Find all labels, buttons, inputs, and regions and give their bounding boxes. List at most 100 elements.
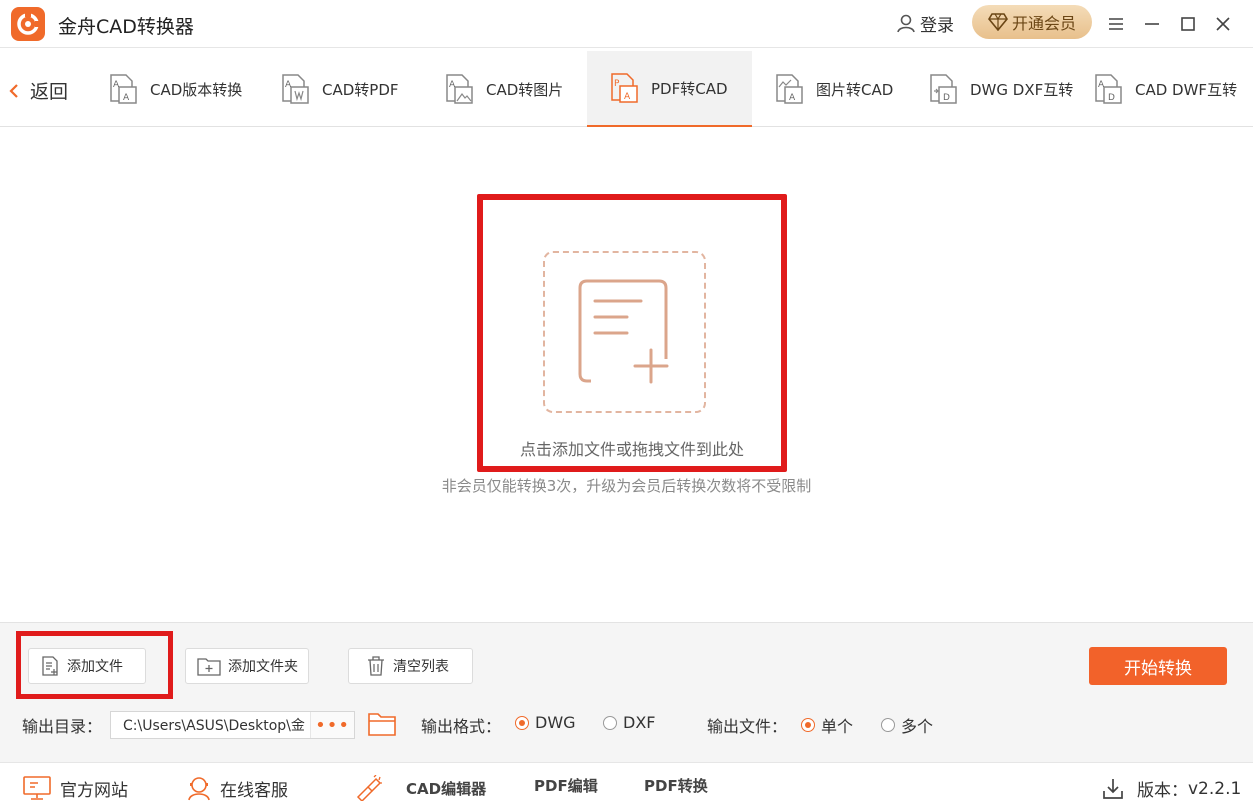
browse-button[interactable]: •••	[310, 712, 354, 738]
output-format-label: 输出格式：	[421, 717, 502, 736]
file-convert-icon: A A	[110, 74, 137, 104]
output-dir-value: C:\Users\ASUS\Desktop\金	[123, 718, 305, 734]
tab-label: CAD转PDF	[322, 80, 399, 99]
pdf-convert-label: PDF转换	[644, 777, 708, 795]
maximize-icon	[1181, 17, 1195, 31]
output-dir-label: 输出目录：	[22, 717, 103, 736]
file-convert-icon: A D	[1095, 74, 1122, 104]
output-dir-field[interactable]: C:\Users\ASUS\Desktop\金 •••	[110, 711, 355, 739]
svg-text:D: D	[1108, 93, 1115, 103]
clear-list-button[interactable]: 清空列表	[348, 648, 473, 684]
brush-icon	[356, 775, 382, 801]
app-logo-icon	[11, 7, 45, 41]
footer-bar: 官方网站 在线客服 CAD编辑器 PDF编辑 PDF转换 版本： v2.2.1	[0, 762, 1253, 808]
radio-indicator	[603, 715, 617, 730]
app-title: 金舟CAD转换器	[58, 16, 194, 38]
format-option-label: DWG	[535, 713, 576, 732]
pdf-edit-label: PDF编辑	[534, 777, 598, 795]
add-file-label: 添加文件	[67, 659, 123, 675]
login-button[interactable]: 登录	[896, 11, 954, 36]
title-bar: 金舟CAD转换器 登录 开通会员	[0, 0, 1253, 48]
version-info[interactable]: 版本： v2.2.1	[1101, 776, 1241, 801]
menu-icon	[1109, 18, 1123, 30]
back-button[interactable]: 返回	[8, 77, 68, 104]
chevron-left-icon	[9, 83, 18, 98]
tab-label: CAD转图片	[486, 80, 564, 99]
output-file-radio-single[interactable]: 单个	[801, 713, 853, 737]
svg-text:A: A	[123, 93, 130, 103]
close-icon	[1216, 17, 1230, 31]
file-convert-icon: D	[930, 74, 957, 104]
add-file-dropzone[interactable]	[543, 251, 706, 413]
file-convert-icon: A	[776, 74, 803, 104]
monitor-icon	[23, 776, 51, 800]
conversion-tab-bar: 返回 A A CAD版本转换 A CAD转PDF A CAD转图片 P A PD…	[0, 49, 1253, 127]
svg-text:A: A	[789, 93, 796, 103]
add-folder-button[interactable]: 添加文件夹	[185, 648, 309, 684]
menu-button[interactable]	[1102, 10, 1130, 38]
download-icon	[1103, 778, 1123, 799]
back-label: 返回	[30, 81, 69, 103]
tab-dwg-dxf-convert[interactable]: D DWG DXF互转	[928, 51, 1073, 127]
vip-label: 开通会员	[1011, 14, 1076, 33]
start-convert-button[interactable]: 开始转换	[1089, 647, 1227, 685]
user-icon	[897, 14, 915, 33]
radio-indicator	[801, 718, 815, 732]
pdf-edit-link[interactable]: PDF编辑	[534, 775, 598, 796]
svg-text:P: P	[614, 79, 620, 89]
svg-text:A: A	[285, 80, 292, 90]
official-website-label: 官方网站	[60, 780, 128, 801]
cad-editor-link[interactable]: CAD编辑器	[354, 775, 486, 801]
output-file-option-label: 多个	[901, 717, 934, 736]
close-button[interactable]	[1209, 10, 1237, 38]
pdf-convert-link[interactable]: PDF转换	[644, 775, 708, 796]
svg-text:A: A	[113, 80, 120, 90]
tab-cad-to-image[interactable]: A CAD转图片	[444, 51, 563, 127]
output-file-label: 输出文件：	[707, 717, 788, 736]
maximize-button[interactable]	[1174, 10, 1202, 38]
format-option-label: DXF	[623, 713, 656, 732]
diamond-icon	[988, 13, 1008, 31]
tab-label: DWG DXF互转	[970, 80, 1074, 99]
format-radio-dwg[interactable]: DWG	[515, 713, 576, 732]
tab-label: CAD版本转换	[150, 80, 243, 99]
tab-pdf-to-cad[interactable]: P A PDF转CAD	[587, 51, 752, 127]
minimize-icon	[1145, 23, 1159, 25]
radio-indicator	[515, 715, 529, 730]
online-service-link[interactable]: 在线客服	[186, 775, 288, 801]
bottom-toolbar: 添加文件 添加文件夹 清空列表 开始转换 输出目录： C:\Users\ASUS…	[0, 622, 1253, 762]
clear-list-label: 清空列表	[393, 659, 449, 675]
folder-icon[interactable]	[366, 709, 398, 739]
svg-text:A: A	[624, 92, 631, 102]
online-service-label: 在线客服	[220, 780, 288, 801]
file-convert-icon: A	[446, 74, 473, 104]
output-file-option-label: 单个	[821, 717, 854, 736]
file-drop-area: 点击添加文件或拖拽文件到此处 非会员仅能转换3次，升级为会员后转换次数将不受限制	[0, 128, 1253, 622]
file-convert-icon: A	[282, 74, 309, 104]
version-label: 版本：	[1137, 781, 1188, 801]
tab-cad-dwf-convert[interactable]: A D CAD DWF互转	[1093, 51, 1237, 127]
tab-cad-version-convert[interactable]: A A CAD版本转换	[108, 51, 242, 127]
add-folder-label: 添加文件夹	[228, 659, 298, 675]
vip-button[interactable]: 开通会员	[972, 5, 1092, 39]
headset-icon	[188, 777, 210, 801]
add-file-button[interactable]: 添加文件	[28, 648, 146, 684]
tab-label: 图片转CAD	[816, 80, 894, 99]
svg-text:A: A	[1098, 80, 1105, 90]
tab-image-to-cad[interactable]: A 图片转CAD	[774, 51, 893, 127]
output-file-radio-multiple[interactable]: 多个	[881, 713, 933, 737]
tab-label: CAD DWF互转	[1135, 80, 1238, 99]
radio-indicator	[881, 718, 895, 732]
svg-text:A: A	[449, 80, 456, 90]
file-convert-icon: P A	[611, 73, 638, 103]
tab-cad-to-pdf[interactable]: A CAD转PDF	[280, 51, 399, 127]
folder-add-icon	[197, 658, 221, 676]
drop-hint-text: 点击添加文件或拖拽文件到此处	[519, 440, 744, 459]
file-add-icon	[578, 279, 669, 384]
format-radio-dxf[interactable]: DXF	[603, 713, 655, 732]
login-label: 登录	[920, 15, 954, 36]
minimize-button[interactable]	[1138, 10, 1166, 38]
cad-editor-label: CAD编辑器	[406, 779, 487, 798]
official-website-link[interactable]: 官方网站	[22, 775, 128, 801]
file-add-icon	[42, 656, 58, 676]
